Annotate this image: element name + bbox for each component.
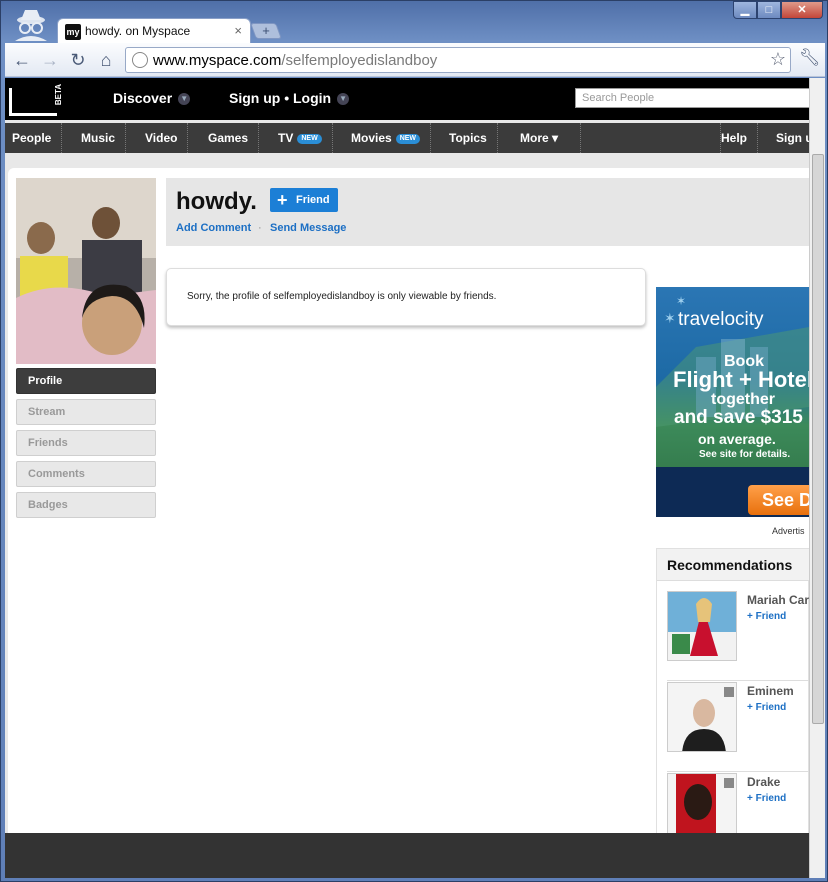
address-bar[interactable]: www.myspace.com/selfemployedislandboy ☆ xyxy=(125,47,791,73)
sidebar-item-stream[interactable]: Stream xyxy=(16,399,156,425)
minimize-button[interactable]: ▁ xyxy=(733,1,757,19)
artist-thumbnail[interactable] xyxy=(667,682,737,752)
menu-movies[interactable]: Movies NEW xyxy=(351,123,432,153)
svg-text:✶: ✶ xyxy=(664,311,676,327)
add-friend-link[interactable]: + Friend xyxy=(747,611,786,622)
new-badge: NEW xyxy=(395,133,421,144)
beta-label: BETA xyxy=(54,83,64,106)
url-text: www.myspace.com/selfemployedislandboy xyxy=(153,52,438,69)
artist-thumbnail[interactable] xyxy=(667,591,737,661)
svg-text:✶: ✶ xyxy=(676,294,686,308)
recommendation-item: Mariah Car + Friend xyxy=(667,591,809,681)
send-message-link[interactable]: Send Message xyxy=(270,222,346,234)
add-friend-link[interactable]: + Friend xyxy=(747,793,786,804)
browser-tab[interactable]: my howdy. on Myspace × xyxy=(57,18,251,44)
wrench-icon[interactable]: 🔧︎ xyxy=(799,48,821,68)
sidebar-item-comments[interactable]: Comments xyxy=(16,461,156,487)
profile-content: Profile Stream Friends Comments Badges h… xyxy=(8,168,809,868)
maximize-button[interactable]: □ xyxy=(757,1,781,19)
new-badge: NEW xyxy=(297,133,322,144)
search-people-input[interactable]: Search People xyxy=(575,88,809,108)
reload-icon[interactable]: ↻ xyxy=(67,49,89,71)
plus-icon: + xyxy=(262,23,270,38)
ad-line: See site for details. xyxy=(699,449,791,460)
globe-icon xyxy=(132,52,148,68)
tab-title: howdy. on Myspace xyxy=(85,24,191,38)
private-profile-notice: Sorry, the profile of selfemployedisland… xyxy=(166,268,646,326)
chevron-down-icon: ▼ xyxy=(178,93,191,106)
notice-text: Sorry, the profile of selfemployedisland… xyxy=(187,291,497,302)
add-friend-button[interactable]: + Friend xyxy=(270,188,338,212)
sidebar-item-badges[interactable]: Badges xyxy=(16,492,156,518)
browser-window: my howdy. on Myspace × + ▁ □ ✕ ← → ↻ ⌂ w… xyxy=(0,0,828,882)
menu-people[interactable]: People xyxy=(12,123,63,153)
artist-name[interactable]: Eminem xyxy=(747,684,794,698)
menu-signup[interactable]: Sign up xyxy=(776,123,809,153)
back-icon[interactable]: ← xyxy=(11,49,33,71)
sidebar-item-profile[interactable]: Profile xyxy=(16,368,156,394)
main-menubar: People Music Video Games TV NEW Movies NEW… xyxy=(5,123,809,153)
menu-more[interactable]: More ▾ xyxy=(520,123,582,153)
menu-music[interactable]: Music xyxy=(81,123,127,153)
myspace-favicon-icon: my xyxy=(65,24,81,40)
page-footer: Pr xyxy=(5,833,809,878)
page-viewport: BETA Discover ▼ Sign up • Login ▼ Search P… xyxy=(5,78,809,878)
new-tab-button[interactable]: + xyxy=(250,23,282,39)
ad-line: on average. xyxy=(698,431,776,447)
signup-login-menu[interactable]: Sign up • Login ▼ xyxy=(229,90,350,106)
home-icon[interactable]: ⌂ xyxy=(95,49,117,71)
ad-line: and save $315 xyxy=(674,407,803,428)
tab-close-icon[interactable]: × xyxy=(234,23,242,38)
link-separator: · xyxy=(258,222,262,234)
forward-icon[interactable]: → xyxy=(39,49,61,71)
incognito-icon xyxy=(11,7,51,41)
add-comment-link[interactable]: Add Comment xyxy=(176,222,251,234)
menu-tv[interactable]: TV NEW xyxy=(278,123,333,153)
recommendations-title: Recommendations xyxy=(667,557,793,573)
recommendations-panel: Recommendations Mariah Car + Friend Emin… xyxy=(656,548,809,868)
vertical-scrollbar[interactable] xyxy=(809,78,825,878)
ad-line: Flight + Hotel xyxy=(673,367,809,392)
profile-header: howdy. + Friend Add Comment · Send Messag… xyxy=(166,178,809,246)
star-icon[interactable]: ☆ xyxy=(770,49,786,70)
advertisement-label: Advertis xyxy=(772,526,805,536)
plus-icon: + xyxy=(277,190,288,210)
menu-help[interactable]: Help xyxy=(720,123,759,153)
menu-topics[interactable]: Topics xyxy=(449,123,498,153)
close-window-button[interactable]: ✕ xyxy=(781,1,823,19)
discover-menu[interactable]: Discover ▼ xyxy=(113,90,191,106)
menu-video[interactable]: Video xyxy=(145,123,189,153)
myspace-logo[interactable] xyxy=(9,88,57,116)
ad-brand: travelocity xyxy=(678,309,764,330)
artist-name[interactable]: Drake xyxy=(747,775,780,789)
chevron-down-icon: ▼ xyxy=(337,93,350,106)
scrollbar-thumb[interactable] xyxy=(812,154,824,724)
add-friend-link[interactable]: + Friend xyxy=(747,702,786,713)
recommendation-item: Eminem + Friend xyxy=(667,682,809,772)
profile-photo[interactable] xyxy=(16,178,156,364)
travelocity-ad[interactable]: ✶ ✶ travelocity Book Flight + Hotel toge… xyxy=(656,287,809,517)
artist-name[interactable]: Mariah Car xyxy=(747,593,809,607)
site-header: BETA Discover ▼ Sign up • Login ▼ Search P… xyxy=(5,78,809,120)
menu-games[interactable]: Games xyxy=(208,123,260,153)
profile-name: howdy. xyxy=(176,188,257,215)
sidebar-item-friends[interactable]: Friends xyxy=(16,430,156,456)
browser-toolbar: ← → ↻ ⌂ www.myspace.com/selfemployedisla… xyxy=(5,43,825,77)
ad-cta-button[interactable]: See D xyxy=(748,485,809,515)
